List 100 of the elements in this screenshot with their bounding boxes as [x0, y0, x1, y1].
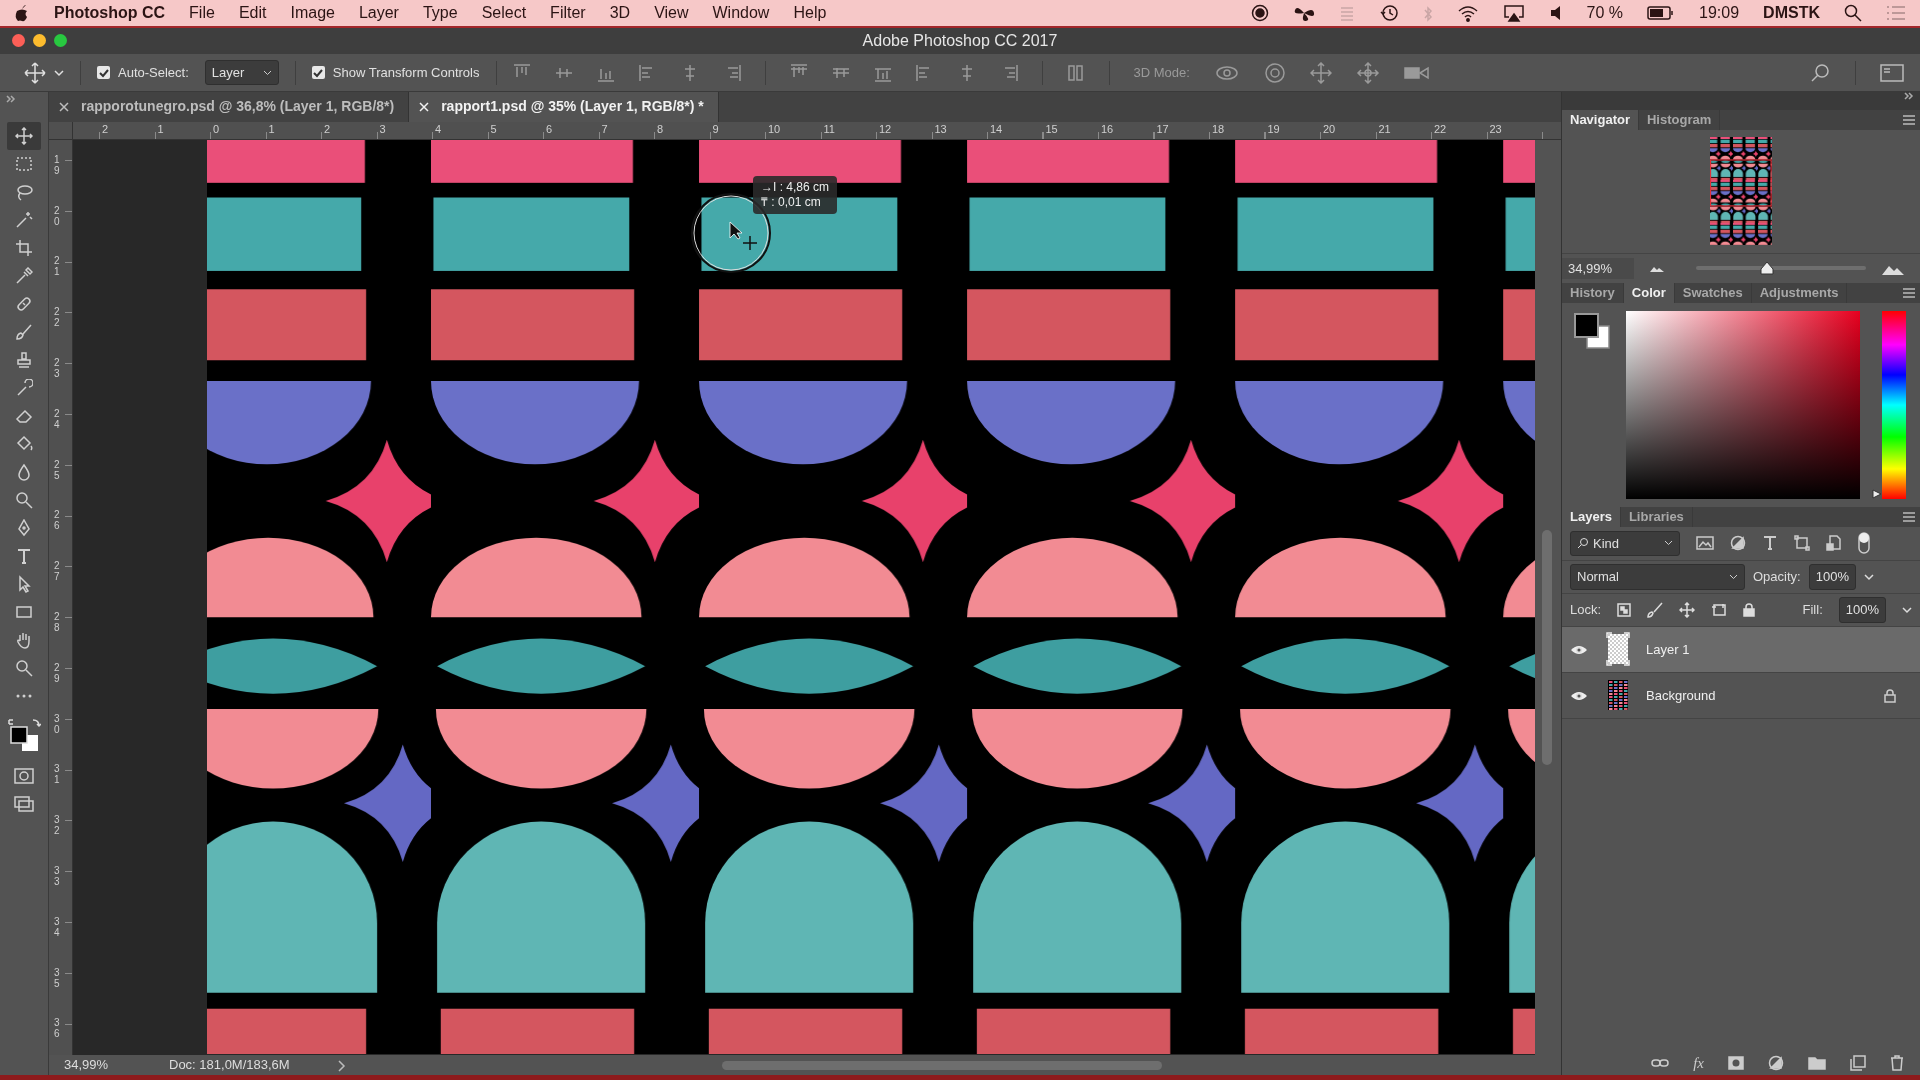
panel-menu-icon[interactable] — [1902, 115, 1916, 126]
search-icon[interactable] — [1844, 3, 1862, 22]
menu-item[interactable]: File — [189, 0, 215, 25]
menu-item[interactable]: Image — [290, 0, 335, 25]
layer-style-button[interactable]: fx — [1693, 1051, 1704, 1075]
panel-menu-icon[interactable] — [1902, 288, 1916, 299]
panel-tab[interactable]: Color — [1623, 282, 1675, 303]
menu-item[interactable]: 3D — [609, 0, 631, 25]
app-menu[interactable]: Photoshop CC — [54, 0, 166, 25]
blend-mode-dropdown[interactable]: Normal — [1570, 564, 1745, 590]
filter-toggle-icon[interactable] — [1858, 532, 1870, 555]
ruler-number: 36 — [54, 1017, 61, 1040]
stamp-icon — [15, 350, 33, 369]
filter-dropdown[interactable]: Kind — [1570, 530, 1680, 557]
eye-icon[interactable] — [1570, 644, 1588, 657]
mask-icon[interactable] — [1728, 1056, 1744, 1071]
link-icon[interactable] — [1651, 1058, 1670, 1069]
small-mountain-icon[interactable] — [1650, 264, 1664, 273]
caret-icon[interactable] — [54, 68, 64, 77]
auto-align-icon[interactable] — [1066, 63, 1085, 82]
slide-icon[interactable] — [1355, 61, 1380, 84]
close-icon[interactable] — [59, 101, 69, 112]
user-name[interactable]: DMSTK — [1763, 0, 1820, 25]
menu-item[interactable]: Select — [481, 0, 527, 25]
panel-tab[interactable]: Libraries — [1620, 506, 1693, 527]
new-layer-icon[interactable] — [1850, 1055, 1866, 1072]
collapse-icon[interactable] — [1904, 91, 1914, 100]
minimize-button[interactable] — [33, 34, 46, 48]
shape-filter-icon[interactable] — [1794, 535, 1810, 552]
ruler-number: 22 — [54, 306, 61, 329]
close-button[interactable] — [12, 34, 25, 48]
chevron-icon[interactable] — [337, 1060, 346, 1072]
menu-item[interactable]: Help — [793, 0, 827, 25]
adjustment-icon[interactable] — [1768, 1055, 1784, 1072]
ruler-number: 31 — [54, 763, 61, 786]
menu-item[interactable]: Layer — [358, 0, 399, 25]
menu-item[interactable]: Filter — [550, 0, 586, 25]
panel-tab[interactable]: Navigator — [1562, 109, 1639, 130]
adjustment-filter-icon[interactable] — [1730, 535, 1746, 552]
checkbox[interactable] — [311, 66, 325, 80]
ruler-number: 30 — [54, 712, 61, 735]
layer-row[interactable]: Background — [1562, 672, 1920, 719]
checkbox-label: Show Transform Controls — [332, 63, 480, 82]
artboard-icon[interactable] — [1711, 602, 1728, 617]
tool-button[interactable] — [7, 121, 41, 150]
smart-object-filter-icon[interactable] — [1826, 535, 1842, 552]
panel-tab[interactable]: History — [1562, 282, 1624, 303]
ruler-number: 21 — [54, 255, 61, 278]
move-tool-icon[interactable] — [24, 61, 46, 84]
caret-icon[interactable] — [1902, 605, 1912, 614]
eye-icon[interactable] — [1570, 690, 1588, 703]
panel-tab[interactable]: Histogram — [1638, 109, 1721, 130]
ruler-number: 27 — [54, 560, 61, 583]
color-swatches-icon[interactable] — [1572, 310, 1612, 351]
panel-tab[interactable]: Swatches — [1674, 282, 1752, 303]
color-swatches-icon[interactable] — [7, 717, 41, 754]
menu-item[interactable]: Window — [712, 0, 770, 25]
type-filter-icon[interactable] — [1762, 535, 1778, 552]
menu-item[interactable]: Edit — [238, 0, 267, 25]
wifi-icon — [1456, 3, 1479, 22]
caret-icon[interactable] — [1863, 572, 1874, 581]
ruler-number: 23 — [1489, 122, 1502, 135]
scrollbar-thumb[interactable] — [722, 1061, 1162, 1071]
color-field[interactable] — [1626, 310, 1860, 499]
panel-tab[interactable]: Layers — [1562, 506, 1621, 527]
layer-name: Layer 1 — [1646, 640, 1690, 659]
ruler-number: 11 — [823, 122, 835, 135]
pan-icon[interactable] — [1309, 61, 1332, 84]
drop-icon — [15, 462, 33, 481]
layer-dropdown[interactable]: Layer — [204, 59, 279, 86]
lock-icon[interactable] — [1884, 689, 1896, 704]
lock-icon[interactable] — [1743, 602, 1756, 617]
roll-icon[interactable] — [1263, 61, 1286, 84]
expand-icon[interactable] — [6, 94, 16, 103]
scrollbar-thumb[interactable] — [1542, 529, 1552, 765]
zoom-field[interactable]: 34,99% — [1562, 257, 1634, 280]
layer-row[interactable]: Layer 1 — [1562, 626, 1920, 673]
zoom-button[interactable] — [54, 34, 67, 48]
lock-pixels-icon[interactable] — [1617, 602, 1632, 617]
slider-thumb[interactable] — [1760, 261, 1775, 276]
ruler-number: 25 — [54, 458, 61, 481]
fill-field[interactable]: 100% — [1838, 597, 1886, 623]
brush-icon[interactable] — [1647, 601, 1664, 618]
document-tab[interactable]: rapport1.psd @ 35% (Layer 1, RGB/8*) * — [409, 91, 719, 122]
search-icon — [1577, 537, 1589, 550]
ruler-number: 22 — [1434, 122, 1447, 135]
move-icon[interactable] — [1679, 601, 1696, 618]
image-filter-icon[interactable] — [1696, 536, 1714, 551]
checkbox[interactable] — [97, 66, 110, 80]
workspace-icon[interactable] — [1880, 63, 1904, 82]
ruler-number: 0 — [213, 122, 220, 135]
folder-icon[interactable] — [1808, 1056, 1826, 1071]
menu-item[interactable]: View — [654, 0, 689, 25]
panel-menu-icon[interactable] — [1902, 512, 1916, 523]
opacity-field[interactable]: 100% — [1808, 564, 1856, 590]
trash-icon[interactable] — [1890, 1055, 1904, 1072]
ruler-number: 17 — [1156, 122, 1169, 135]
large-mountain-icon[interactable] — [1882, 263, 1904, 276]
menu-item[interactable]: Type — [422, 0, 458, 25]
panel-tab[interactable]: Adjustments — [1751, 282, 1848, 303]
